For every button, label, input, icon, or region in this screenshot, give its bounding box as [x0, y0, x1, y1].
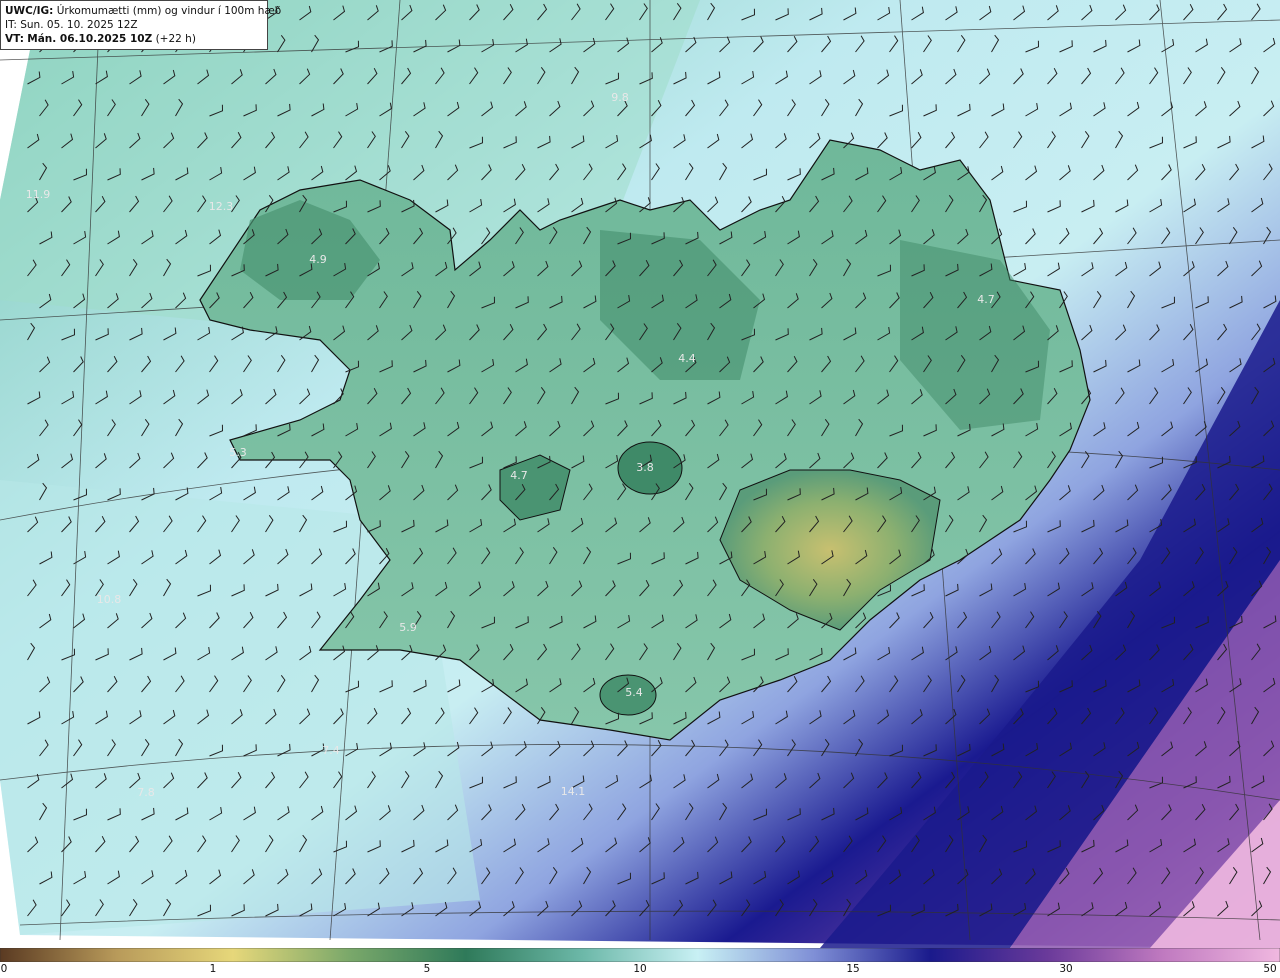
- map-info-box: UWC/IG: Úrkomumætti (mm) og vindur í 100…: [0, 0, 281, 50]
- value-label-myrdalsjokull: 5.4: [625, 686, 643, 699]
- precipitation-map: 4.9 12.3 9.8 4.7 4.4 3.8 4.7 5.3 5.9 5.4 10.8 7.4 7.…: [0, 0, 1280, 948]
- value-label-west-sea: 10.8: [97, 593, 122, 606]
- colorbar-tick-label: 1: [209, 963, 217, 975]
- map-title: Úrkomumætti (mm) og vindur í 100m hæð: [56, 5, 282, 17]
- colorbar-tick-label: 10: [633, 963, 647, 975]
- color-scale-bar: [0, 948, 1280, 962]
- valid-label: VT:: [5, 33, 24, 45]
- value-label-reykjanes: 5.9: [399, 621, 417, 634]
- colorbar-fill: [0, 948, 1280, 962]
- value-label-north-interior: 4.4: [678, 352, 696, 365]
- title-line: UWC/IG: Úrkomumætti (mm) og vindur í 100…: [5, 4, 281, 18]
- lead-time: (+22 h): [155, 33, 196, 45]
- colorbar-tick-label: 0: [0, 963, 8, 975]
- value-label-snaefellsnes: 5.3: [229, 446, 247, 459]
- colorbar-tick-label: 15: [846, 963, 860, 975]
- value-label-far-west-sea: 11.9: [26, 188, 51, 201]
- value-label-westfjords: 4.9: [309, 253, 327, 266]
- value-label-langjokull: 4.7: [510, 469, 528, 482]
- value-label-south-sea: 14.1: [561, 785, 586, 798]
- valid-time-line: VT: Mán. 06.10.2025 10Z (+22 h): [5, 32, 263, 46]
- value-label-hofsjokull: 3.8: [636, 461, 654, 474]
- colorbar-tick-label: 30: [1059, 963, 1073, 975]
- color-scale-labels: 0 1 5 10 15 30 50: [0, 962, 1280, 978]
- valid-time: Mán. 06.10.2025 10Z: [27, 33, 153, 45]
- model-tag: UWC/IG:: [5, 5, 54, 17]
- value-label-sw-sea: 7.4: [322, 744, 340, 757]
- colorbar-tick-label: 50: [1263, 963, 1277, 975]
- colorbar-tick-label: 5: [423, 963, 431, 975]
- value-label-east: 4.7: [977, 293, 995, 306]
- value-label-north-sea: 9.8: [611, 91, 629, 104]
- init-time: IT: Sun. 05. 10. 2025 12Z: [5, 19, 138, 31]
- value-label-nw-sea: 12.3: [209, 200, 234, 213]
- value-label-far-sw-sea: 7.8: [137, 786, 155, 799]
